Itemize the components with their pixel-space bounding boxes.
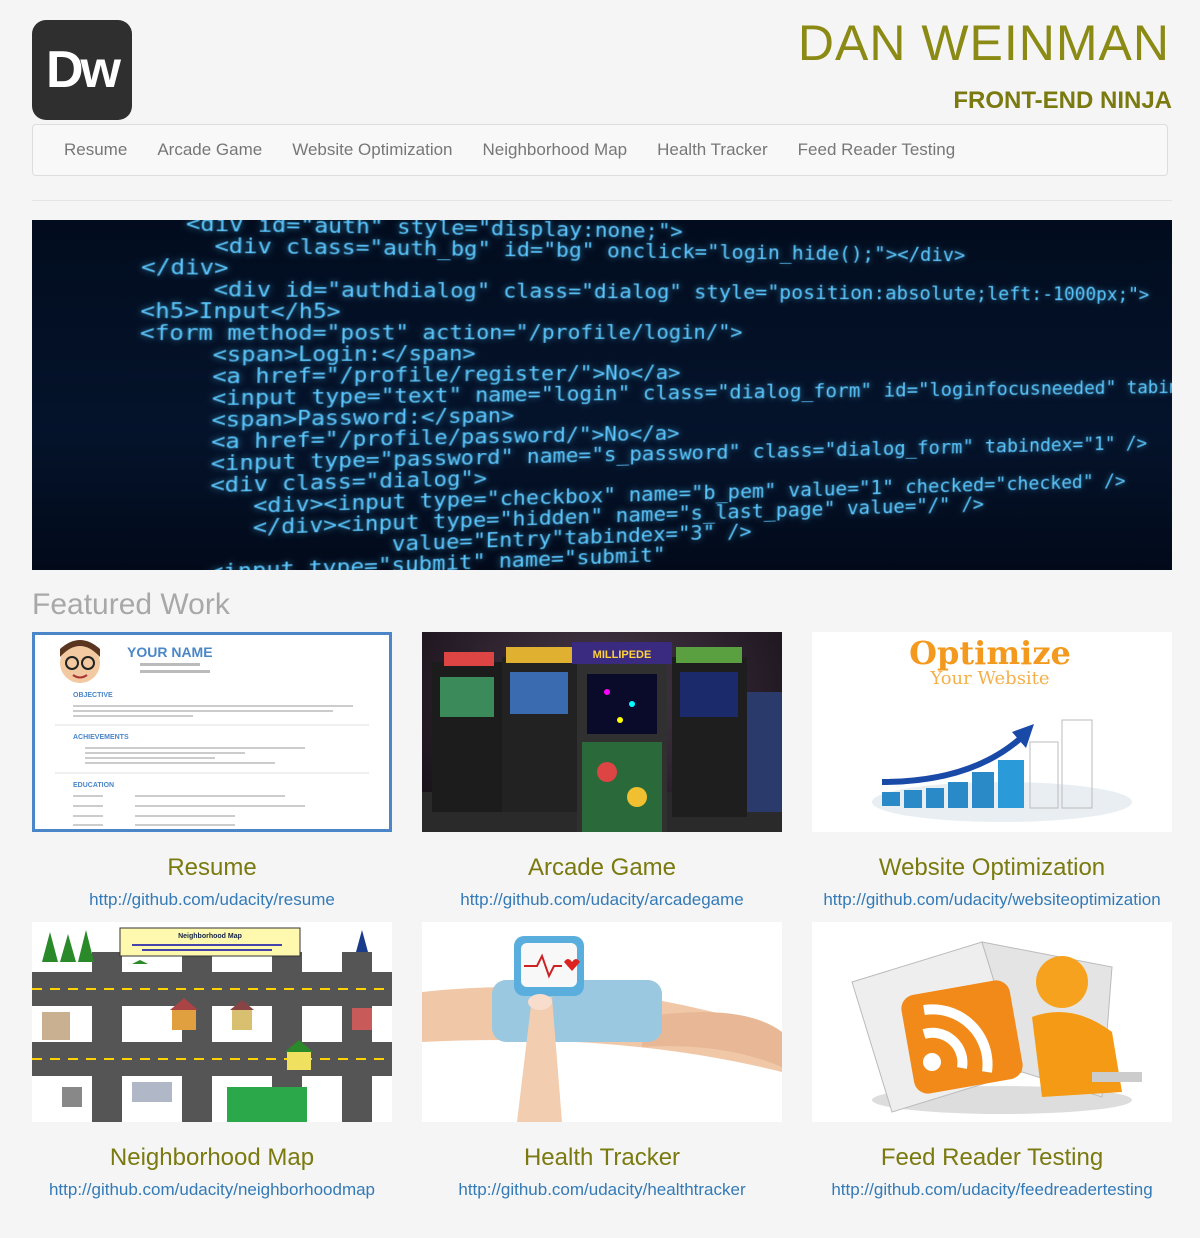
project-card-website-optimization: Optimize Your Website Website Optimizati… — [812, 632, 1172, 910]
logo-text: Dw — [46, 40, 118, 100]
optimize-line1-text: Optimize — [909, 634, 1071, 672]
optimization-illustration: Optimize Your Website — [812, 632, 1172, 832]
resume-illustration: YOUR NAME OBJECTIVE ACHIEVEMENTS EDUCATI… — [35, 635, 389, 829]
site-name: DAN WEINMAN — [798, 14, 1170, 72]
neighborhood-map-thumbnail[interactable]: Neighborhood Map — [32, 922, 392, 1122]
nav-item-website-optimization[interactable]: Website Optimization — [292, 140, 452, 160]
nav-item-resume[interactable]: Resume — [64, 140, 127, 160]
project-link-feed-reader-testing[interactable]: http://github.com/udacity/feedreadertest… — [812, 1180, 1172, 1200]
project-title-feed-reader-testing: Feed Reader Testing — [812, 1144, 1172, 1174]
project-card-neighborhood-map: Neighborhood Map Neighborhood Map http:/… — [32, 922, 392, 1200]
nav-item-feed-reader-testing[interactable]: Feed Reader Testing — [798, 140, 956, 160]
map-title-text: Neighborhood Map — [178, 933, 242, 940]
feed-reader-illustration — [812, 922, 1172, 1122]
divider — [32, 200, 1172, 201]
resume-achievements-text: ACHIEVEMENTS — [73, 734, 129, 741]
nav-item-arcade-game[interactable]: Arcade Game — [157, 140, 262, 160]
project-title-arcade-game: Arcade Game — [422, 854, 782, 884]
project-title-neighborhood-map: Neighborhood Map — [32, 1144, 392, 1174]
hero-code-image: <div id="auth" style="display:none;"> <d… — [32, 220, 1172, 570]
resume-thumbnail[interactable]: YOUR NAME OBJECTIVE ACHIEVEMENTS EDUCATI… — [32, 632, 392, 832]
project-card-resume: YOUR NAME OBJECTIVE ACHIEVEMENTS EDUCATI… — [32, 632, 392, 910]
resume-name-text: YOUR NAME — [127, 644, 213, 660]
project-link-health-tracker[interactable]: http://github.com/udacity/healthtracker — [422, 1180, 782, 1200]
project-card-health-tracker: Health Tracker http://github.com/udacity… — [422, 922, 782, 1200]
feed-reader-thumbnail[interactable] — [812, 922, 1172, 1122]
resume-education-text: EDUCATION — [73, 782, 114, 789]
neighborhood-map-illustration: Neighborhood Map — [32, 922, 392, 1122]
arcade-illustration: MILLIPEDE — [422, 632, 782, 832]
project-link-arcade-game[interactable]: http://github.com/udacity/arcadegame — [422, 890, 782, 910]
logo: Dw — [32, 20, 132, 120]
arcade-marquee-text: MILLIPEDE — [593, 649, 652, 661]
project-title-resume: Resume — [32, 854, 392, 884]
project-title-website-optimization: Website Optimization — [812, 854, 1172, 884]
featured-work-heading: Featured Work — [32, 588, 230, 622]
hero-code-text: <div id="auth" style="display:none;"> <d… — [134, 220, 1172, 570]
optimize-line2-text: Your Website — [929, 668, 1049, 689]
nav-item-neighborhood-map[interactable]: Neighborhood Map — [483, 140, 628, 160]
health-tracker-illustration — [422, 922, 782, 1122]
project-title-health-tracker: Health Tracker — [422, 1144, 782, 1174]
project-link-neighborhood-map[interactable]: http://github.com/udacity/neighborhoodma… — [32, 1180, 392, 1200]
project-link-website-optimization[interactable]: http://github.com/udacity/websiteoptimiz… — [812, 890, 1172, 910]
optimization-thumbnail[interactable]: Optimize Your Website — [812, 632, 1172, 832]
resume-objective-text: OBJECTIVE — [73, 692, 113, 699]
project-link-resume[interactable]: http://github.com/udacity/resume — [32, 890, 392, 910]
main-nav: Resume Arcade Game Website Optimization … — [32, 124, 1168, 176]
nav-item-health-tracker[interactable]: Health Tracker — [657, 140, 768, 160]
arcade-thumbnail[interactable]: MILLIPEDE — [422, 632, 782, 832]
tagline: FRONT-END NINJA — [953, 87, 1172, 115]
health-tracker-thumbnail[interactable] — [422, 922, 782, 1122]
project-card-feed-reader-testing: Feed Reader Testing http://github.com/ud… — [812, 922, 1172, 1200]
project-card-arcade-game: MILLIPEDE Arcade Game http://github.com/… — [422, 632, 782, 910]
